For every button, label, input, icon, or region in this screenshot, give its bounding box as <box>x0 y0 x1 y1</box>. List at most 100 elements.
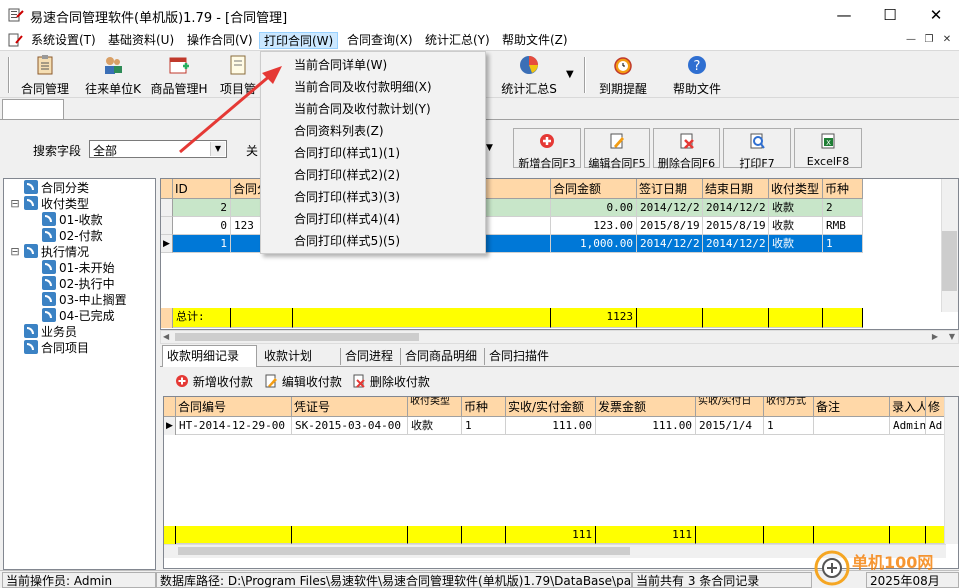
edit-contract-button[interactable]: 编辑合同F5 <box>584 128 650 170</box>
delete-contract-button[interactable]: 删除合同F6 <box>653 128 720 170</box>
due-reminder-button[interactable]: 到期提醒 <box>592 53 654 97</box>
scroll-thumb[interactable] <box>178 547 630 555</box>
partner-unit-button[interactable]: 往来单位K <box>82 53 144 97</box>
chevron-down-icon[interactable]: ▼ <box>210 142 225 156</box>
scroll-right-icon[interactable]: ▶ <box>932 331 938 343</box>
table-cell[interactable]: 1,000.00 <box>551 235 637 253</box>
table-cell[interactable]: 123.00 <box>551 217 637 235</box>
table-cell[interactable] <box>814 417 890 435</box>
table-cell[interactable]: 2015/8/19 <box>637 217 703 235</box>
table-cell[interactable]: 2014/12/2 <box>703 235 769 253</box>
menu-print-style-4[interactable]: 合同打印(样式4)(4) <box>264 208 482 230</box>
column-header[interactable]: 实收/实付金额 <box>506 397 596 417</box>
row-indicator[interactable]: ▶ <box>164 417 176 435</box>
scroll-thumb[interactable] <box>175 333 419 341</box>
close-button[interactable]: ✕ <box>913 0 959 30</box>
add-contract-button[interactable]: 新增合同F3 <box>513 128 581 170</box>
delete-payment-button[interactable]: 删除收付款 <box>352 374 430 392</box>
table-cell[interactable]: SK-2015-03-04-00 <box>292 417 408 435</box>
horizontal-scrollbar[interactable] <box>161 328 943 329</box>
tree-node[interactable]: 02-执行中 <box>6 276 127 292</box>
table-cell[interactable]: 0 <box>173 217 231 235</box>
menu-print-style-5[interactable]: 合同打印(样式5)(5) <box>264 230 482 252</box>
chevron-down-icon[interactable]: ▼ <box>486 143 493 153</box>
minimize-button[interactable]: — <box>821 0 867 30</box>
maximize-button[interactable]: ☐ <box>867 0 913 30</box>
column-header[interactable]: 实收/实付日 <box>696 397 764 417</box>
mdi-close-button[interactable]: ✕ <box>939 33 955 47</box>
table-cell[interactable]: 2014/12/2 <box>637 235 703 253</box>
product-manage-button[interactable]: 商品管理H <box>148 53 210 97</box>
table-cell[interactable]: 1 <box>764 417 814 435</box>
table-cell[interactable]: 2015/1/4 <box>696 417 764 435</box>
table-cell[interactable]: 0.00 <box>551 199 637 217</box>
menu-system[interactable]: 系统设置(T) <box>27 32 100 49</box>
tree-node[interactable]: 合同分类 <box>6 180 127 196</box>
table-cell[interactable]: 2015/8/19 <box>703 217 769 235</box>
table-cell[interactable]: 1 <box>823 235 863 253</box>
menu-operate-contract[interactable]: 操作合同(V) <box>183 32 257 49</box>
table-cell[interactable]: 111.00 <box>506 417 596 435</box>
column-header[interactable]: ID <box>173 179 231 199</box>
tab-contract-manage[interactable] <box>2 99 64 119</box>
column-header[interactable]: 录入人 <box>890 397 926 417</box>
column-header[interactable]: 收付类型 <box>408 397 462 417</box>
menu-print-style-1[interactable]: 合同打印(样式1)(1) <box>264 142 482 164</box>
table-cell[interactable]: Admin <box>890 417 926 435</box>
table-cell[interactable]: 2 <box>173 199 231 217</box>
table-cell[interactable]: 2014/12/2 <box>703 199 769 217</box>
menu-print-contract[interactable]: 打印合同(W) <box>259 32 339 49</box>
tree-node[interactable]: ⊟ 执行情况 <box>6 244 127 260</box>
tab-contract-scans[interactable]: 合同扫描件 <box>484 348 549 365</box>
table-cell[interactable]: 收款 <box>769 235 823 253</box>
excel-export-button[interactable]: X ExcelF8 <box>794 128 862 168</box>
menu-current-contract-payment-plan[interactable]: 当前合同及收付款计划(Y) <box>264 98 482 120</box>
main-horizontal-scrollbar[interactable]: ◀ ▶ ▼ <box>160 330 959 344</box>
tab-receipt-records[interactable]: 收款明细记录 <box>162 345 257 367</box>
tree-node[interactable]: 业务员 <box>6 324 127 340</box>
menu-current-contract-payments[interactable]: 当前合同及收付款明细(X) <box>264 76 482 98</box>
row-indicator[interactable]: ▶ <box>161 235 173 253</box>
menu-help[interactable]: 帮助文件(Z) <box>498 32 572 49</box>
column-header[interactable]: 结束日期 <box>703 179 769 199</box>
contract-manage-button[interactable]: 合同管理 <box>14 53 76 97</box>
add-payment-button[interactable]: 新增收付款 <box>175 374 253 392</box>
menu-contract-list[interactable]: 合同资料列表(Z) <box>264 120 482 142</box>
search-field-select[interactable]: 全部 ▼ <box>89 140 227 158</box>
scroll-left-icon[interactable]: ◀ <box>163 331 169 343</box>
mdi-restore-button[interactable]: ❐ <box>921 33 937 47</box>
table-cell[interactable]: RMB <box>823 217 863 235</box>
table-cell[interactable]: 2014/12/2 <box>637 199 703 217</box>
column-header[interactable]: 币种 <box>462 397 506 417</box>
table-cell[interactable]: 2 <box>823 199 863 217</box>
column-header[interactable]: 币种 <box>823 179 863 199</box>
chevron-down-icon[interactable]: ▼ <box>566 69 574 80</box>
vertical-scrollbar[interactable] <box>944 397 958 544</box>
table-cell[interactable]: 收款 <box>769 199 823 217</box>
tree-node[interactable]: ⊟ 收付类型 <box>6 196 127 212</box>
project-manage-button[interactable]: 项目管 <box>214 53 262 97</box>
table-cell[interactable]: HT-2014-12-29-00 <box>176 417 292 435</box>
column-header[interactable]: 收付方式 <box>764 397 814 417</box>
menu-basic-data[interactable]: 基础资料(U) <box>104 32 178 49</box>
collapse-icon[interactable]: ⊟ <box>6 196 24 212</box>
menu-current-contract-detail[interactable]: 当前合同详单(W) <box>264 54 482 76</box>
tree-node[interactable]: 02-付款 <box>6 228 127 244</box>
menu-print-style-2[interactable]: 合同打印(样式2)(2) <box>264 164 482 186</box>
scroll-down-icon[interactable]: ▼ <box>949 331 955 343</box>
table-cell[interactable]: 1 <box>173 235 231 253</box>
menu-query-contract[interactable]: 合同查询(X) <box>343 32 417 49</box>
column-header[interactable]: 凭证号 <box>292 397 408 417</box>
table-cell[interactable]: 111.00 <box>596 417 696 435</box>
column-header[interactable]: 签订日期 <box>637 179 703 199</box>
column-header[interactable]: 合同编号 <box>176 397 292 417</box>
table-cell[interactable]: 收款 <box>769 217 823 235</box>
tree-node[interactable]: 01-收款 <box>6 212 127 228</box>
tab-receipt-plan[interactable]: 收款计划 <box>264 348 312 365</box>
row-indicator[interactable] <box>161 199 173 217</box>
column-header[interactable]: 收付类型 <box>769 179 823 199</box>
statistics-button[interactable]: 统计汇总S <box>496 53 562 97</box>
tree-node[interactable]: 01-未开始 <box>6 260 127 276</box>
tree-node[interactable]: 03-中止搁置 <box>6 292 127 308</box>
column-header[interactable]: 发票金额 <box>596 397 696 417</box>
